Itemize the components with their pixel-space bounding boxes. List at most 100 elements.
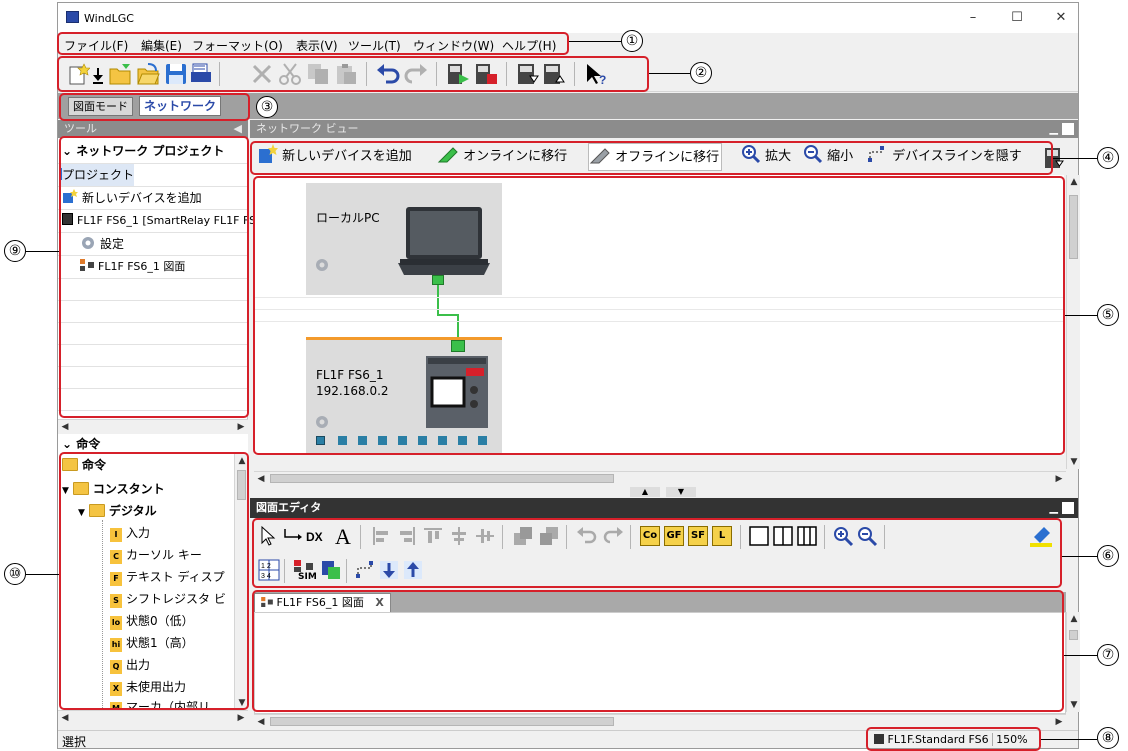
bring-front-icon[interactable] [512, 525, 534, 547]
single-page-icon[interactable] [748, 525, 770, 547]
project-tree-hscroll[interactable]: ◀ ▶ [58, 419, 248, 433]
l-button[interactable]: L [712, 526, 732, 546]
scroll-up-icon[interactable]: ▲ [235, 454, 249, 468]
commands-panel-title[interactable]: ⌄ 命令 [58, 434, 248, 454]
minimize-panel-icon[interactable]: ▁ [1050, 120, 1058, 138]
minimize-panel-icon[interactable]: ▁ [1050, 498, 1058, 518]
cut-icon[interactable] [278, 62, 302, 86]
close-button[interactable]: ✕ [1046, 8, 1076, 28]
command-item[interactable]: lo 状態0（低） [110, 610, 194, 632]
online-test-icon[interactable] [320, 559, 342, 581]
save-icon[interactable] [164, 62, 188, 86]
tree-item-device[interactable]: FL1F FS6_1 [SmartRelay FL1F FS6 [62, 210, 263, 232]
menu-window[interactable]: ウィンドウ(W) [413, 37, 494, 54]
command-item[interactable]: hi 状態1（高） [110, 632, 194, 654]
tree-item-project[interactable]: プロジェクト [60, 164, 135, 186]
new-icon[interactable] [66, 62, 90, 86]
gear-icon[interactable] [314, 257, 330, 273]
undo-icon[interactable] [376, 62, 400, 86]
context-help-icon[interactable]: ? [584, 62, 608, 86]
commands-hscroll[interactable]: ◀ ▶ [58, 710, 248, 724]
scroll-down-icon[interactable]: ▼ [235, 696, 249, 710]
go-online-button[interactable]: オンラインに移行 [437, 143, 567, 171]
scroll-thumb[interactable] [237, 470, 246, 500]
scroll-thumb[interactable] [270, 717, 614, 726]
scroll-left-icon[interactable]: ◀ [58, 420, 72, 434]
download-icon[interactable] [90, 62, 106, 86]
command-item[interactable]: M マーカ（内部リ [110, 696, 210, 710]
open-folder-icon[interactable] [136, 62, 160, 86]
menu-format[interactable]: フォーマット(O) [192, 37, 283, 54]
menu-file[interactable]: ファイル(F) [64, 37, 128, 54]
tab-diagram-mode[interactable]: 図面モード [68, 97, 133, 116]
minimize-button[interactable]: – [958, 8, 988, 28]
tree-item-diagram[interactable]: FL1F FS6_1 図面 [80, 256, 185, 278]
align-left-icon[interactable] [370, 525, 392, 547]
scroll-down-icon[interactable]: ▼ [1067, 698, 1081, 712]
scroll-down-icon[interactable]: ▼ [1067, 455, 1081, 469]
scroll-thumb[interactable] [1069, 195, 1078, 259]
zoom-in-icon[interactable] [832, 525, 854, 547]
command-item[interactable]: C カーソル キー [110, 544, 202, 566]
scroll-right-icon[interactable]: ▶ [234, 420, 248, 434]
align-center-h-icon[interactable] [474, 525, 496, 547]
scroll-thumb[interactable] [1069, 630, 1078, 640]
gear-icon[interactable] [314, 414, 330, 430]
zoom-out-button[interactable]: 縮小 [803, 143, 853, 171]
transfer-to-device-icon[interactable] [446, 62, 470, 86]
transfer-stop-icon[interactable] [474, 62, 498, 86]
move-up-icon[interactable] [402, 559, 424, 581]
splitter-down-icon[interactable]: ▼ [666, 487, 696, 497]
diagram-canvas[interactable] [254, 612, 1066, 714]
scroll-up-icon[interactable]: ▲ [1067, 612, 1081, 626]
diagram-hscroll[interactable]: ◀ ▶ [254, 714, 1066, 728]
scroll-left-icon[interactable]: ◀ [58, 711, 72, 725]
highlighter-icon[interactable] [1030, 525, 1052, 547]
sf-button[interactable]: SF [688, 526, 708, 546]
diagram-vscroll[interactable]: ▲ ▼ [1066, 612, 1080, 712]
tab-close-icon[interactable]: X [375, 596, 383, 609]
command-item[interactable]: Q 出力 [110, 654, 150, 676]
scroll-right-icon[interactable]: ▶ [234, 711, 248, 725]
gf-button[interactable]: GF [664, 526, 684, 546]
pc-network-port-icon[interactable] [432, 275, 444, 285]
align-center-v-icon[interactable] [448, 525, 470, 547]
scroll-right-icon[interactable]: ▶ [1052, 715, 1066, 729]
device-lines-icon[interactable] [354, 559, 376, 581]
download-from-device-icon[interactable] [516, 62, 540, 86]
menu-tools[interactable]: ツール(T) [348, 37, 401, 54]
align-top-icon[interactable] [422, 525, 444, 547]
simulation-button[interactable]: SIM [292, 559, 318, 583]
open-icon[interactable] [108, 62, 132, 86]
maximize-button[interactable]: ☐ [1002, 8, 1032, 28]
maximize-panel-icon[interactable] [1062, 123, 1074, 135]
command-item[interactable]: I 入力 [110, 522, 150, 544]
copy-icon[interactable] [306, 62, 330, 86]
command-item[interactable]: X 未使用出力 [110, 676, 186, 698]
device-network-port-icon[interactable] [451, 340, 465, 352]
redo-icon[interactable] [404, 62, 428, 86]
device-card[interactable]: FL1F FS6_1 192.168.0.2 [306, 337, 502, 455]
command-item[interactable]: S シフトレジスタ ビ [110, 588, 226, 610]
tree-item-settings[interactable]: 設定 [80, 233, 124, 255]
scroll-left-icon[interactable]: ◀ [254, 715, 268, 729]
tree-item-constant[interactable]: ▼ コンスタント [62, 478, 165, 500]
two-column-icon[interactable] [772, 525, 794, 547]
scroll-up-icon[interactable]: ▲ [1067, 175, 1081, 189]
scroll-right-icon[interactable]: ▶ [1052, 472, 1066, 486]
hide-device-lines-button[interactable]: デバイスラインを隠す [866, 143, 1022, 171]
redo-icon[interactable] [602, 525, 624, 547]
print-icon[interactable] [189, 62, 213, 86]
upload-to-device-icon[interactable] [542, 62, 566, 86]
tab-network[interactable]: ネットワーク [139, 96, 222, 116]
align-right-icon[interactable] [396, 525, 418, 547]
network-canvas[interactable]: ローカルPC FL1F FS6_1 192.168.0.2 [254, 175, 1064, 455]
connector-icon[interactable] [282, 525, 304, 547]
splitter-up-icon[interactable]: ▲ [630, 487, 660, 497]
local-pc-card[interactable]: ローカルPC [306, 183, 502, 295]
go-offline-button[interactable]: オフラインに移行 [588, 143, 723, 171]
menu-edit[interactable]: 編集(E) [141, 37, 182, 54]
menu-view[interactable]: 表示(V) [296, 37, 338, 54]
tree-item-digital[interactable]: ▼ デジタル [78, 500, 157, 522]
scroll-left-icon[interactable]: ◀ [254, 472, 268, 486]
